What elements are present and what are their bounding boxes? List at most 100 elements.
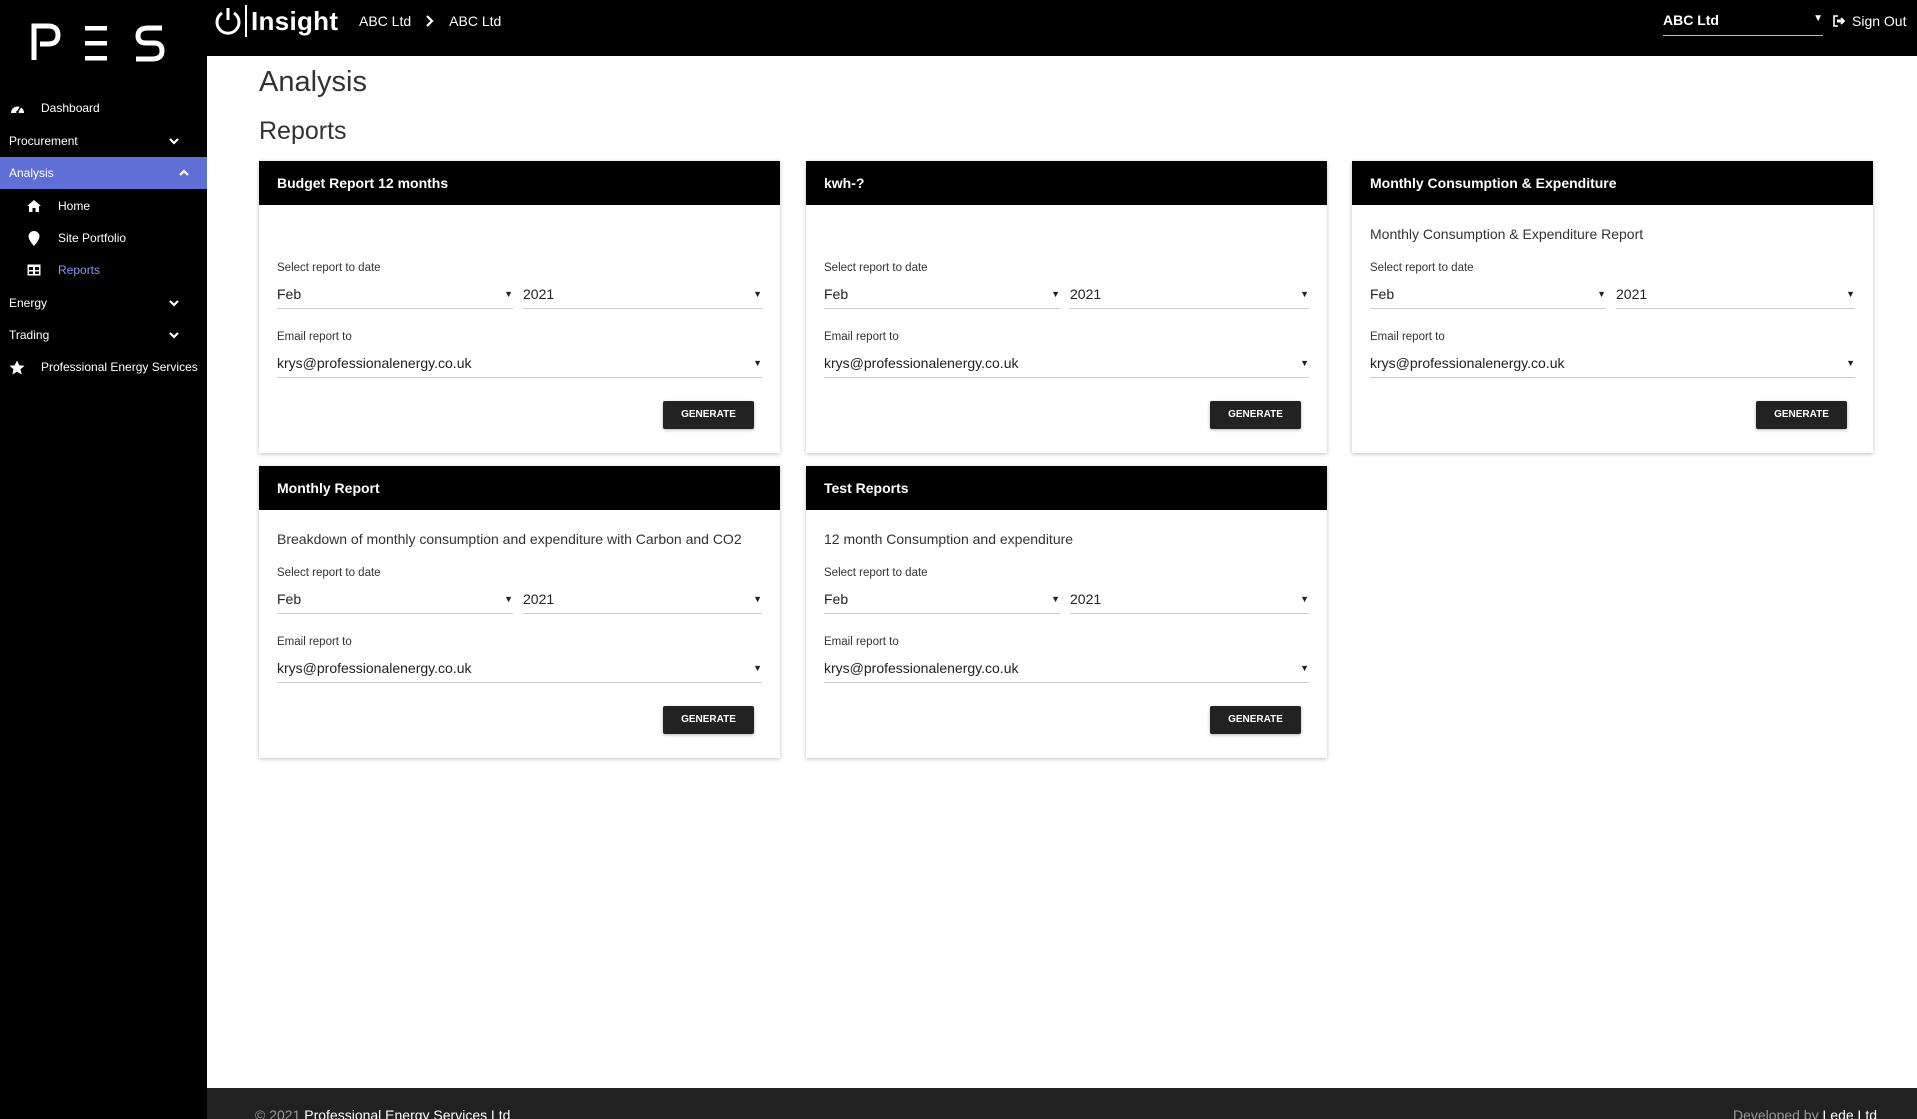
sidebar: Dashboard Procurement Analysis Home Site… (0, 0, 207, 1119)
footer-developer-name[interactable]: Lede Ltd (1823, 1107, 1878, 1119)
email-select[interactable]: krys@professionalenergy.co.uk ▼ (824, 655, 1309, 683)
dropdown-arrow-icon: ▼ (1051, 289, 1060, 299)
client-select-value: ABC Ltd (1663, 12, 1719, 28)
month-select-value: Feb (277, 286, 302, 302)
report-card-title: Monthly Report (259, 466, 780, 510)
breadcrumb-item[interactable]: ABC Ltd (449, 13, 501, 29)
report-card-title: Monthly Consumption & Expenditure (1352, 161, 1873, 205)
year-select[interactable]: 2021 ▼ (1070, 281, 1309, 309)
month-select[interactable]: Feb ▼ (1370, 281, 1606, 309)
home-icon (26, 198, 42, 214)
sidebar-item-procurement[interactable]: Procurement (0, 125, 207, 157)
dropdown-arrow-icon: ▼ (504, 289, 513, 299)
year-select[interactable]: 2021 ▼ (523, 281, 762, 309)
generate-button[interactable]: GENERATE (1756, 401, 1847, 429)
sidebar-item-reports[interactable]: Reports (0, 254, 207, 286)
email-select-value: krys@professionalenergy.co.uk (277, 660, 472, 676)
sidebar-item-dashboard[interactable]: Dashboard (0, 92, 207, 124)
dropdown-arrow-icon: ▼ (1846, 358, 1855, 368)
generate-button[interactable]: GENERATE (663, 401, 754, 429)
email-select-value: krys@professionalenergy.co.uk (824, 660, 1019, 676)
pes-logo[interactable] (30, 20, 170, 66)
dropdown-arrow-icon: ▼ (1846, 289, 1855, 299)
gauge-icon (9, 100, 25, 116)
email-select[interactable]: krys@professionalenergy.co.uk ▼ (277, 350, 762, 378)
email-label: Email report to (1370, 331, 1445, 343)
top-bar: Insight ABC Ltd ABC Ltd ABC Ltd ▼ Sign O… (207, 0, 1917, 56)
dropdown-arrow-icon: ▼ (504, 594, 513, 604)
dropdown-arrow-icon: ▼ (1300, 358, 1309, 368)
footer-copyright-prefix: © 2021 (255, 1107, 305, 1119)
sidebar-item-label: Home (58, 199, 91, 213)
power-icon (215, 8, 241, 35)
breadcrumb: ABC Ltd ABC Ltd (359, 13, 501, 29)
email-select-value: krys@professionalenergy.co.uk (1370, 355, 1565, 371)
generate-button[interactable]: GENERATE (663, 706, 754, 734)
month-select[interactable]: Feb ▼ (824, 281, 1060, 309)
sidebar-item-label: Procurement (9, 134, 78, 148)
sidebar-item-professional-energy-services[interactable]: Professional Energy Services (0, 351, 207, 383)
report-card-title: Test Reports (806, 466, 1327, 510)
page-title: Analysis (259, 66, 367, 98)
sidebar-item-label: Professional Energy Services (41, 360, 198, 374)
dropdown-arrow-icon: ▼ (1300, 289, 1309, 299)
date-label: Select report to date (277, 262, 381, 274)
sidebar-item-label: Trading (9, 328, 50, 342)
dropdown-arrow-icon: ▼ (1300, 594, 1309, 604)
chevron-right-icon (425, 14, 435, 28)
year-select[interactable]: 2021 ▼ (523, 586, 762, 614)
report-card-title: kwh-? (806, 161, 1327, 205)
table-icon (26, 262, 42, 278)
footer-developer-prefix: Developed by (1732, 1107, 1823, 1119)
chevron-down-icon (169, 332, 179, 339)
dropdown-arrow-icon: ▼ (1597, 289, 1606, 299)
date-label: Select report to date (1370, 262, 1474, 274)
dropdown-arrow-icon: ▼ (753, 358, 762, 368)
dropdown-arrow-icon: ▼ (1051, 594, 1060, 604)
email-select[interactable]: krys@professionalenergy.co.uk ▼ (277, 655, 762, 683)
report-card: kwh-? Select report to date Feb ▼ 2021 ▼… (806, 161, 1327, 453)
brand-divider (245, 5, 247, 37)
report-card-description: Monthly Consumption & Expenditure Report (1370, 226, 1644, 242)
chevron-down-icon (169, 300, 179, 307)
sidebar-item-site-portfolio[interactable]: Site Portfolio (0, 222, 207, 254)
year-select-value: 2021 (523, 591, 555, 607)
month-select-value: Feb (1370, 286, 1395, 302)
breadcrumb-item[interactable]: ABC Ltd (359, 13, 411, 29)
map-pin-icon (26, 230, 42, 246)
dropdown-arrow-icon: ▼ (753, 663, 762, 673)
generate-button[interactable]: GENERATE (1210, 706, 1301, 734)
generate-button[interactable]: GENERATE (1210, 401, 1301, 429)
month-select[interactable]: Feb ▼ (277, 586, 513, 614)
sidebar-item-label: Analysis (9, 166, 54, 180)
year-select-value: 2021 (523, 286, 555, 302)
email-select[interactable]: krys@professionalenergy.co.uk ▼ (1370, 350, 1855, 378)
month-select-value: Feb (277, 591, 302, 607)
sidebar-item-energy[interactable]: Energy (0, 287, 207, 319)
month-select[interactable]: Feb ▼ (277, 281, 513, 309)
month-select-value: Feb (824, 591, 849, 607)
year-select-value: 2021 (1070, 286, 1102, 302)
footer-developer: Developed by Lede Ltd (1733, 1107, 1877, 1119)
report-card-description: Breakdown of monthly consumption and exp… (277, 531, 742, 547)
report-card: Budget Report 12 months Select report to… (259, 161, 780, 453)
sidebar-item-analysis[interactable]: Analysis (0, 157, 207, 189)
sign-out-label: Sign Out (1852, 13, 1907, 29)
dropdown-arrow-icon: ▼ (753, 289, 762, 299)
chevron-down-icon (169, 138, 179, 145)
date-label: Select report to date (824, 567, 928, 579)
year-select[interactable]: 2021 ▼ (1070, 586, 1309, 614)
brand-text: Insight (251, 5, 339, 36)
sidebar-item-home[interactable]: Home (0, 190, 207, 222)
report-card-title: Budget Report 12 months (259, 161, 780, 205)
month-select[interactable]: Feb ▼ (824, 586, 1060, 614)
insight-brand[interactable]: Insight (213, 3, 338, 39)
sign-out-button[interactable]: Sign Out (1833, 13, 1906, 29)
sign-out-icon (1833, 15, 1847, 27)
email-select[interactable]: krys@professionalenergy.co.uk ▼ (824, 350, 1309, 378)
client-select[interactable]: ABC Ltd ▼ (1663, 10, 1823, 36)
year-select[interactable]: 2021 ▼ (1616, 281, 1855, 309)
report-card: Monthly Consumption & Expenditure Monthl… (1352, 161, 1873, 453)
dropdown-arrow-icon: ▼ (753, 594, 762, 604)
sidebar-item-trading[interactable]: Trading (0, 319, 207, 351)
